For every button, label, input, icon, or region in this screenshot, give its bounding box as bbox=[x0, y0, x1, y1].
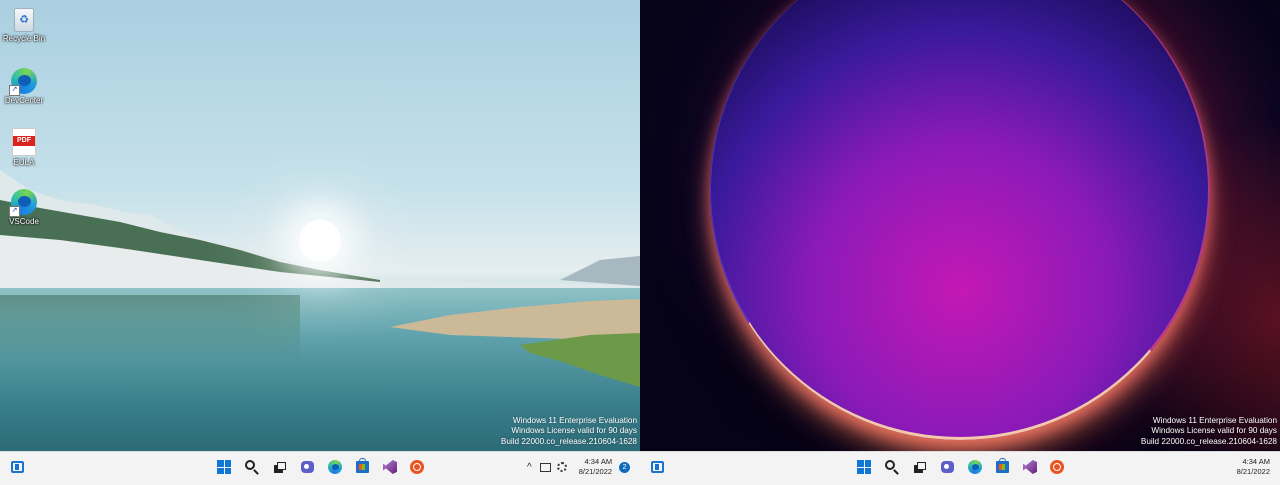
clock-date: 8/21/2022 bbox=[1236, 467, 1270, 476]
watermark-line: Windows 11 Enterprise Evaluation bbox=[512, 415, 637, 425]
widgets-button[interactable] bbox=[7, 457, 27, 477]
grass-shore bbox=[390, 299, 640, 387]
search-button[interactable] bbox=[242, 457, 262, 477]
watermark-line: Windows License valid for 90 days bbox=[1151, 426, 1277, 435]
clock[interactable]: 4:34 AM 8/21/2022 bbox=[579, 457, 612, 477]
visual-studio-button[interactable] bbox=[1020, 457, 1040, 477]
clock-time: 4:34 AM bbox=[584, 457, 613, 466]
search-icon bbox=[245, 460, 255, 470]
taskbar-bottom-edge bbox=[640, 481, 1280, 485]
pdf-badge: PDF bbox=[13, 136, 35, 146]
reflection bbox=[0, 295, 300, 365]
store-button[interactable] bbox=[992, 457, 1012, 477]
edge-icon bbox=[968, 460, 982, 474]
watermark-line: Build 22000.co_release.210604-1628 bbox=[1140, 436, 1277, 446]
clock-date: 8/21/2022 bbox=[578, 467, 613, 476]
task-view-button[interactable] bbox=[910, 457, 930, 477]
widgets-icon bbox=[10, 461, 24, 473]
store-icon bbox=[995, 458, 1009, 473]
chat-icon bbox=[940, 461, 954, 473]
desktop-icon-recycle-bin[interactable]: ♻ Recycle Bin bbox=[2, 8, 46, 43]
start-button[interactable] bbox=[214, 457, 234, 477]
sun bbox=[299, 220, 341, 262]
ubuntu-icon bbox=[410, 460, 424, 474]
shortcut-arrow-icon: ↗ bbox=[9, 85, 20, 96]
ubuntu-button[interactable] bbox=[407, 457, 427, 477]
search-button[interactable] bbox=[882, 457, 902, 477]
start-button[interactable] bbox=[854, 457, 874, 477]
desktop-icon-label: EULA bbox=[13, 158, 35, 167]
store-icon bbox=[355, 458, 369, 473]
recycle-bin-icon: ♻ bbox=[14, 8, 34, 32]
taskbar-bottom-edge bbox=[0, 481, 640, 485]
system-tray: ^ 4:34 AM 8/21/2022 2 bbox=[527, 452, 631, 482]
chevron-up-icon[interactable]: ^ bbox=[527, 462, 532, 473]
watermark-line: Windows License valid for 90 days bbox=[511, 426, 637, 435]
chat-button[interactable] bbox=[937, 457, 957, 477]
system-tray: 4:34 AM 8/21/2022 bbox=[1237, 452, 1270, 482]
edge-button[interactable] bbox=[965, 457, 985, 477]
edge-icon: ↗ bbox=[9, 68, 37, 96]
taskbar: ^ 4:34 AM 8/21/2022 2 bbox=[0, 451, 640, 482]
clock[interactable]: 4:34 AM 8/21/2022 bbox=[1237, 457, 1270, 477]
clock-time: 4:34 AM bbox=[1242, 457, 1270, 466]
desktop-icon-devcenter[interactable]: ↗ DevCenter bbox=[2, 68, 46, 105]
bloom-wallpaper: Windows 11 Enterprise Evaluation Windows… bbox=[640, 0, 1280, 451]
settings-icon[interactable] bbox=[556, 462, 567, 472]
store-button[interactable] bbox=[352, 457, 372, 477]
ubuntu-icon bbox=[1050, 460, 1064, 474]
pdf-icon: PDF bbox=[12, 128, 36, 156]
left-screen: ♻ Recycle Bin ↗ DevCenter PDF EULA ↗ VSC… bbox=[0, 0, 640, 485]
visual-studio-icon bbox=[1023, 460, 1037, 474]
edge-icon: ↗ bbox=[9, 189, 37, 217]
desktop-icon-label: VSCode bbox=[9, 217, 39, 226]
right-screen: Windows 11 Enterprise Evaluation Windows… bbox=[640, 0, 1280, 485]
edge-icon bbox=[328, 460, 342, 474]
task-view-icon bbox=[274, 461, 286, 473]
watermark-line: Windows 11 Enterprise Evaluation bbox=[1152, 415, 1277, 425]
evaluation-watermark: Windows 11 Enterprise Evaluation Windows… bbox=[501, 416, 637, 448]
widgets-icon bbox=[650, 461, 664, 473]
notification-badge[interactable]: 2 bbox=[619, 461, 631, 473]
lake-wallpaper: ♻ Recycle Bin ↗ DevCenter PDF EULA ↗ VSC… bbox=[0, 0, 640, 451]
task-view-button[interactable] bbox=[270, 457, 290, 477]
task-view-icon bbox=[914, 461, 926, 473]
visual-studio-icon bbox=[383, 460, 397, 474]
search-icon bbox=[885, 460, 895, 470]
taskbar: 4:34 AM 8/21/2022 bbox=[640, 451, 1280, 482]
desktop-icon-vscode[interactable]: ↗ VSCode bbox=[2, 189, 46, 226]
edge-button[interactable] bbox=[325, 457, 345, 477]
start-icon bbox=[857, 460, 871, 474]
desktop-icon-label: Recycle Bin bbox=[2, 34, 46, 43]
chat-icon bbox=[300, 461, 314, 473]
ubuntu-button[interactable] bbox=[1047, 457, 1067, 477]
watermark-line: Build 22000.co_release.210604-1628 bbox=[500, 436, 637, 446]
evaluation-watermark: Windows 11 Enterprise Evaluation Windows… bbox=[1141, 416, 1277, 448]
network-icon[interactable] bbox=[539, 462, 551, 472]
widgets-button[interactable] bbox=[647, 457, 667, 477]
chat-button[interactable] bbox=[297, 457, 317, 477]
visual-studio-button[interactable] bbox=[380, 457, 400, 477]
start-icon bbox=[217, 460, 231, 474]
desktop-icon-eula[interactable]: PDF EULA bbox=[2, 128, 46, 167]
shortcut-arrow-icon: ↗ bbox=[9, 206, 20, 217]
desktop-icon-label: DevCenter bbox=[4, 96, 44, 105]
